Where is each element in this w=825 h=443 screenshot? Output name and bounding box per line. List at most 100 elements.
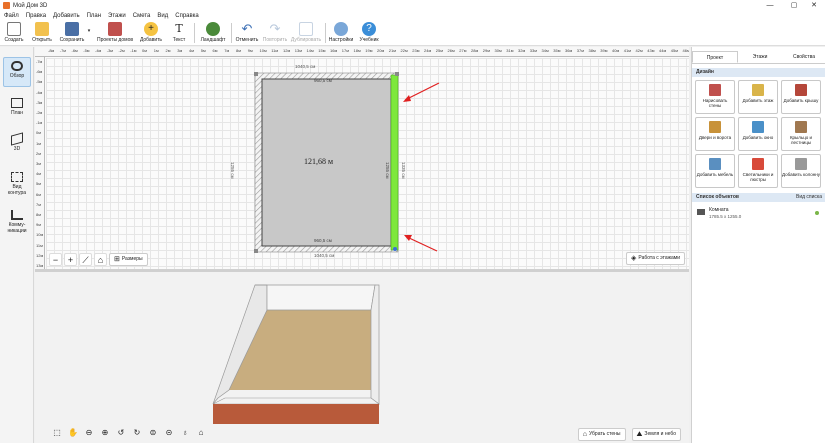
menu-floors[interactable]: Этажи [108, 13, 126, 19]
menu-view[interactable]: Вид [157, 13, 168, 19]
menu-estimate[interactable]: Смета [133, 13, 151, 19]
sidebar-item-plan[interactable]: План [3, 95, 31, 125]
back-wall-3d [255, 284, 376, 311]
main-toolbar: Создать Открыть Сохранить ▾ Проекты домо… [0, 20, 825, 46]
sidebar-item-contour[interactable]: Вид контура [3, 169, 31, 201]
redo-button[interactable]: ↷ Повторить [262, 21, 288, 45]
ruler-icon[interactable]: ⟋ [79, 252, 92, 266]
folder-icon [35, 22, 49, 36]
stairs-button[interactable]: Крыльцо и лестницы [781, 117, 821, 151]
create-button[interactable]: Создать [3, 21, 25, 45]
door-icon [709, 121, 721, 133]
landscape-icon: ⛰ [636, 431, 643, 438]
tilt-up-icon[interactable]: ⊝ [163, 427, 175, 439]
walls-icon: ⌂ [582, 431, 587, 438]
list-mode-toggle[interactable]: Вид списка [796, 193, 822, 202]
close-button[interactable]: ✕ [803, 0, 825, 11]
add-floor-button[interactable]: Добавить этаж [738, 80, 778, 114]
contour-icon [11, 172, 23, 182]
floor-icon [752, 84, 764, 96]
save-button[interactable]: Сохранить [57, 21, 87, 45]
ground-sky-button[interactable]: ⛰ Земля и небо [631, 428, 681, 441]
wall-corner-marker[interactable] [254, 249, 258, 253]
dim-right-outer: 1335 см [401, 162, 406, 179]
roof-icon [795, 84, 807, 96]
wall-endpoint-marker[interactable] [393, 247, 397, 251]
room-drawing[interactable] [35, 47, 689, 269]
add-column-button[interactable]: Добавить колонну [781, 154, 821, 188]
window-title: Мой Дом 3D [13, 2, 48, 9]
tree-icon [206, 22, 220, 36]
toolbar-separator [231, 23, 232, 43]
home-icon[interactable]: ⌂ [94, 252, 107, 266]
toolbar-separator [194, 23, 195, 43]
zoom-out-icon[interactable]: ⊖ [83, 427, 95, 439]
column-icon [795, 158, 807, 170]
visibility-dot-icon[interactable] [815, 211, 819, 215]
walls-icon [709, 84, 721, 96]
dim-bottom-inner: 960,5 см [314, 238, 332, 243]
add-roof-button[interactable]: Добавить крышу [781, 80, 821, 114]
list-item[interactable]: Комната 1785.5 x 1255.0 [695, 207, 823, 221]
front-wall-top-3d [212, 397, 380, 405]
house-projects-button[interactable]: Проекты домов [96, 21, 134, 45]
menu-file[interactable]: Файл [4, 13, 19, 19]
maximize-button[interactable]: ▢ [783, 0, 805, 11]
menu-plan[interactable]: План [87, 13, 101, 19]
rotate-right-icon[interactable]: ↻ [131, 427, 143, 439]
light-bulb-icon[interactable]: ♁ [179, 427, 191, 439]
arrow-head-icon [403, 95, 411, 102]
add-button[interactable]: + Добавить [139, 21, 163, 45]
menu-help[interactable]: Справка [175, 13, 199, 19]
wall-corner-marker[interactable] [254, 72, 258, 76]
zoom-in-icon[interactable]: ⊕ [99, 427, 111, 439]
title-bar: Мой Дом 3D — ▢ ✕ [0, 0, 825, 11]
floors-button[interactable]: ◈ Работа с этажами [626, 252, 685, 265]
redo-icon: ↷ [269, 21, 281, 36]
save-dropdown-icon[interactable]: ▾ [86, 21, 92, 45]
menu-add[interactable]: Добавить [53, 13, 80, 19]
settings-button[interactable]: Настройки [328, 21, 354, 45]
tab-properties[interactable]: Свойства [782, 51, 825, 63]
tab-floors[interactable]: Этажи [738, 51, 782, 63]
remove-walls-button[interactable]: ⌂ Убрать стены [577, 428, 626, 441]
text-button[interactable]: T Текст [168, 21, 190, 45]
toolbar-separator [325, 23, 326, 43]
draw-walls-button[interactable]: Нарисовать стены [695, 80, 735, 114]
undo-button[interactable]: ↶ Отменить [234, 21, 260, 45]
lights-button[interactable]: Светильники и люстры [738, 154, 778, 188]
minimize-button[interactable]: — [759, 0, 781, 11]
open-button[interactable]: Открыть [30, 21, 54, 45]
zoom-in-icon[interactable]: + [64, 252, 77, 266]
foundation-3d [213, 404, 379, 424]
selected-wall[interactable] [390, 74, 399, 251]
hand-icon[interactable]: ✋ [67, 427, 79, 439]
text-icon: T [175, 22, 183, 35]
new-file-icon [7, 22, 21, 36]
add-window-button[interactable]: Добавить окно [738, 117, 778, 151]
rotate-left-icon[interactable]: ↺ [115, 427, 127, 439]
plus-icon: + [144, 22, 158, 36]
design-section-header: Дизайн [692, 68, 825, 77]
landscape-button[interactable]: Ландшафт [199, 21, 227, 45]
zoom-out-icon[interactable]: − [49, 252, 62, 266]
duplicate-button[interactable]: Дублировать [290, 21, 322, 45]
sizes-button[interactable]: ⊞ Размеры [109, 252, 148, 266]
tab-project[interactable]: Проект [692, 51, 738, 63]
tutorial-button[interactable]: ? Учебник [357, 21, 381, 45]
design-tiles: Нарисовать стены Добавить этаж Добавить … [695, 80, 823, 188]
pointer-icon[interactable]: ⬚ [51, 427, 63, 439]
home-icon[interactable]: ⌂ [195, 427, 207, 439]
sidebar-item-3d[interactable]: 3D [3, 131, 31, 161]
menu-edit[interactable]: Правка [26, 13, 46, 19]
sidebar-item-communications[interactable]: Комму-никации [3, 207, 31, 239]
view-3d[interactable]: ⬚ ✋ ⊖ ⊕ ↺ ↻ ⊜ ⊝ ♁ ⌂ ⌂ Убрать стены ⛰ Зем… [35, 272, 689, 443]
wall-corner-marker[interactable] [395, 72, 399, 76]
add-furniture-button[interactable]: Добавить мебель [695, 154, 735, 188]
doors-button[interactable]: Двери и ворота [695, 117, 735, 151]
sidebar-item-overview[interactable]: Обзор [3, 57, 31, 87]
tilt-down-icon[interactable]: ⊜ [147, 427, 159, 439]
app-icon [3, 2, 10, 9]
grid-icon: ⊞ [114, 255, 120, 263]
plan-view[interactable]: -8м -7м -6м -5м -4м -3м -2м -1м 0м 1м 2м 3м 4м 5м 6м 7м… [35, 47, 689, 269]
